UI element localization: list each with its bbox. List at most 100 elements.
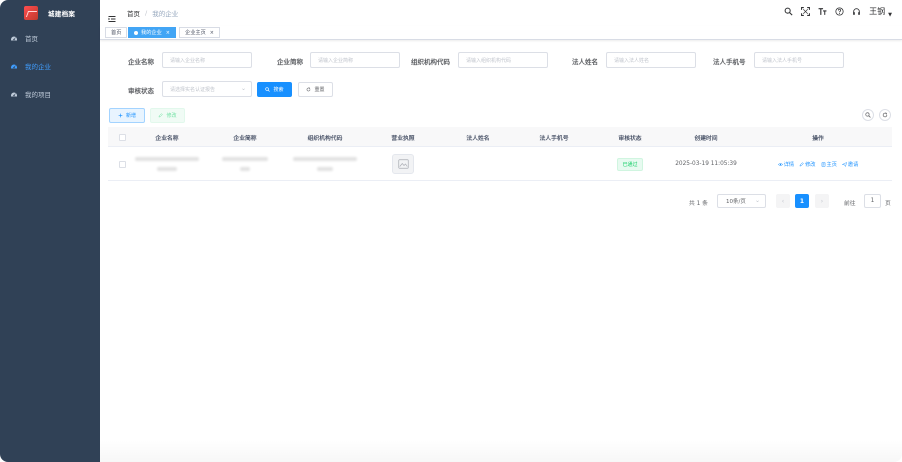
add-button[interactable]: 新增 — [109, 108, 145, 123]
tag-company-home[interactable]: 企业主页 × — [179, 27, 220, 38]
table-row[interactable]: 已通过 2025-03-19 11:05:39 详情 修改 主页 邀请 — [108, 147, 892, 181]
reset-button-label: 重置 — [314, 87, 325, 93]
sidebar-item-my-company[interactable]: 我的企业 — [0, 53, 100, 79]
add-button-label: 新增 — [125, 113, 136, 119]
edit-button[interactable]: 修改 — [150, 108, 185, 123]
search-icon — [865, 112, 871, 118]
reset-button[interactable]: 重置 — [298, 82, 333, 97]
goto-label: 前往 — [844, 201, 856, 207]
table-header: 企业名称 企业简称 组织机构代码 营业执照 法人姓名 法人手机号 审核状态 创建… — [108, 127, 892, 147]
navbar-right: 王钢 ▼ — [776, 6, 892, 18]
invite-link[interactable]: 邀请 — [841, 161, 858, 168]
dashboard-icon — [10, 34, 18, 42]
short-name-input[interactable]: 请输入企业简称 — [310, 52, 400, 68]
goto-page-input[interactable]: 1 — [864, 194, 881, 208]
org-code-input[interactable]: 请输入组织机构代码 — [458, 52, 548, 68]
license-cell — [366, 147, 440, 181]
redacted-text — [157, 167, 177, 171]
help-icon[interactable] — [834, 7, 844, 17]
legal-name-input[interactable]: 请输入法人姓名 — [606, 52, 696, 68]
company-name-input[interactable]: 请输入企业名称 — [162, 52, 252, 68]
status-select[interactable]: 请选择实名认证报告 ⌄ — [162, 81, 252, 97]
row-checkbox[interactable] — [118, 160, 126, 168]
breadcrumb: 首页 / 我的企业 — [127, 8, 178, 18]
eye-icon — [777, 162, 783, 166]
prev-page-button[interactable]: ‹ — [776, 194, 790, 208]
tag-label: 我的企业 — [141, 30, 162, 36]
org-code-label: 组织机构代码 — [411, 58, 450, 66]
redacted-text — [222, 157, 268, 161]
redacted-text — [293, 157, 357, 161]
column-header[interactable]: 法人姓名 — [440, 127, 516, 147]
hamburger-icon[interactable] — [108, 8, 116, 22]
sidebar-item-label: 首页 — [25, 35, 38, 43]
sidebar-item-label: 我的项目 — [25, 91, 51, 99]
tags-view: 首页 我的企业 × 企业主页 × — [100, 26, 902, 40]
send-icon — [841, 161, 847, 167]
font-size-icon[interactable] — [817, 7, 827, 17]
license-thumbnail[interactable] — [392, 154, 414, 174]
status-badge: 已通过 — [617, 157, 643, 171]
column-header[interactable]: 操作 — [744, 127, 892, 147]
org-code-cell — [284, 147, 366, 181]
legal-phone-label: 法人手机号 — [713, 58, 746, 66]
legal-name-label: 法人姓名 — [572, 58, 598, 66]
page-number-1[interactable]: 1 — [795, 194, 809, 208]
sidebar-item-home[interactable]: 首页 — [0, 25, 100, 51]
legal-phone-input[interactable]: 请输入法人手机号 — [754, 52, 844, 68]
short-name-label: 企业简称 — [277, 58, 303, 66]
headset-icon[interactable] — [851, 7, 861, 17]
column-header[interactable]: 营业执照 — [366, 127, 440, 147]
search-button[interactable]: 搜索 — [257, 82, 292, 97]
column-header[interactable]: 法人手机号 — [516, 127, 592, 147]
page-size-select[interactable]: 10条/页 ⌄ — [717, 194, 766, 208]
plus-icon — [118, 113, 123, 118]
logo[interactable]: 城建档案 — [24, 6, 75, 20]
app-title: 城建档案 — [48, 10, 76, 18]
tag-home[interactable]: 首页 — [105, 27, 128, 38]
next-page-button[interactable]: › — [815, 194, 829, 208]
status-select-placeholder: 请选择实名认证报告 — [170, 86, 216, 93]
search-icon[interactable] — [783, 7, 793, 17]
breadcrumb-separator: / — [145, 9, 148, 17]
refresh-icon — [307, 87, 311, 92]
fullscreen-icon[interactable] — [800, 7, 810, 17]
column-header[interactable]: 企业简称 — [206, 127, 284, 147]
edit-button-label: 修改 — [166, 113, 177, 119]
status-cell: 已通过 — [592, 147, 668, 181]
image-placeholder-icon — [397, 159, 409, 169]
status-label: 审核状态 — [128, 87, 154, 95]
short-name-cell — [206, 147, 284, 181]
active-dot-icon — [134, 30, 138, 35]
column-header[interactable]: 创建时间 — [668, 127, 744, 147]
close-icon[interactable]: × — [210, 30, 214, 36]
redacted-text — [135, 157, 199, 161]
sidebar-item-label: 我的企业 — [25, 63, 51, 71]
legal-phone-cell — [516, 147, 592, 181]
column-header[interactable]: 审核状态 — [592, 127, 668, 147]
select-all-checkbox[interactable] — [118, 133, 126, 141]
company-name-cell — [128, 147, 206, 181]
refresh-button[interactable] — [879, 109, 891, 121]
username[interactable]: 王钢 — [869, 6, 885, 17]
sidebar: 城建档案 首页 我的企业 我的项目 — [0, 0, 100, 462]
edit-icon — [159, 113, 164, 118]
breadcrumb-home[interactable]: 首页 — [127, 8, 140, 18]
edit-link[interactable]: 修改 — [799, 161, 816, 168]
chevron-down-icon: ⌄ — [754, 197, 760, 204]
detail-link[interactable]: 详情 — [777, 161, 794, 168]
chevron-down-icon: ⌄ — [240, 85, 246, 92]
toggle-search-button[interactable] — [862, 109, 874, 121]
dashboard-icon — [10, 90, 18, 98]
column-header[interactable]: 组织机构代码 — [284, 127, 366, 147]
select-all-cell — [116, 127, 128, 147]
column-header[interactable]: 企业名称 — [128, 127, 206, 147]
tag-my-company[interactable]: 我的企业 × — [128, 27, 176, 38]
close-icon[interactable]: × — [166, 30, 170, 36]
tag-label: 企业主页 — [185, 30, 206, 36]
sidebar-item-my-projects[interactable]: 我的项目 — [0, 81, 100, 107]
pagination-total: 共 1 条 — [689, 201, 708, 207]
goto-suffix: 页 — [885, 201, 891, 207]
homepage-link[interactable]: 主页 — [821, 161, 837, 168]
caret-down-icon[interactable]: ▼ — [888, 12, 892, 18]
